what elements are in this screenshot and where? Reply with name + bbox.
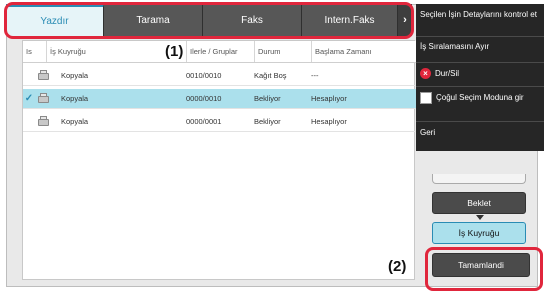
stop-delete-icon: ×	[420, 68, 431, 79]
job-progress: 0000/0010	[186, 94, 222, 103]
menu-item-stop-delete[interactable]: × Dur/Sil	[420, 68, 459, 79]
menu-item-separate-order[interactable]: İş Sıralamasını Ayır	[420, 42, 489, 52]
callout-label-2: (2)	[388, 258, 407, 275]
menu-divider	[416, 36, 544, 37]
job-queue-button[interactable]: İş Kuyruğu	[432, 222, 526, 244]
menu-item-multi-select[interactable]: Çoğul Seçim Moduna gir	[420, 92, 526, 104]
menu-item-back[interactable]: Geri	[420, 128, 435, 138]
checkmark-icon: ✓	[24, 93, 34, 104]
job-status: Kağıt Boş	[254, 71, 287, 80]
job-progress: 0010/0010	[186, 71, 222, 80]
column-header-status: Durum	[255, 41, 312, 62]
action-panel-menu: Seçilen İşin Detaylarını kontrol et İş S…	[416, 4, 544, 151]
job-name: Kopyala	[61, 117, 89, 126]
job-status: Bekliyor	[254, 94, 281, 103]
table-header: Is İş Kuyruğu Ilerle / Gruplar Durum Baş…	[23, 41, 416, 63]
menu-item-check-details[interactable]: Seçilen İşin Detaylarını kontrol et	[420, 10, 540, 20]
job-queue-table: Is İş Kuyruğu Ilerle / Gruplar Durum Baş…	[22, 40, 416, 280]
copier-icon	[35, 93, 51, 104]
column-header-progress: Ilerle / Gruplar	[187, 41, 255, 62]
job-name: Kopyala	[61, 71, 89, 80]
menu-divider	[416, 86, 544, 87]
column-header-is: Is	[23, 41, 47, 62]
hold-button[interactable]: Beklet	[432, 192, 526, 214]
job-status: Bekliyor	[254, 117, 281, 126]
menu-divider	[416, 121, 544, 122]
job-start-time: ---	[311, 71, 319, 80]
job-name: Kopyala	[61, 94, 89, 103]
menu-item-stop-delete-label: Dur/Sil	[435, 68, 460, 78]
copier-icon	[35, 116, 51, 127]
hidden-button-edge	[432, 174, 526, 184]
checkbox-icon	[420, 92, 432, 104]
job-start-time: Hesaplıyor	[311, 117, 347, 126]
callout-label-1: (1)	[165, 43, 184, 60]
callout-highlight-tabs	[4, 2, 414, 39]
copier-icon	[35, 70, 51, 81]
table-row[interactable]: Kopyala 0000/0001 Bekliyor Hesaplıyor	[23, 112, 416, 132]
job-progress: 0000/0001	[186, 117, 222, 126]
pointer-triangle-icon	[476, 215, 484, 220]
job-start-time: Hesaplıyor	[311, 94, 347, 103]
column-header-start-time: Başlama Zamanı	[315, 46, 372, 56]
menu-divider	[416, 62, 544, 63]
table-row[interactable]: Kopyala 0010/0010 Kağıt Boş ---	[23, 66, 416, 86]
table-row-selected[interactable]: ✓ Kopyala 0000/0010 Bekliyor Hesaplıyor	[23, 89, 416, 109]
callout-highlight-completed	[425, 247, 543, 291]
menu-item-multi-select-label: Çoğul Seçim Moduna gir	[436, 93, 524, 102]
